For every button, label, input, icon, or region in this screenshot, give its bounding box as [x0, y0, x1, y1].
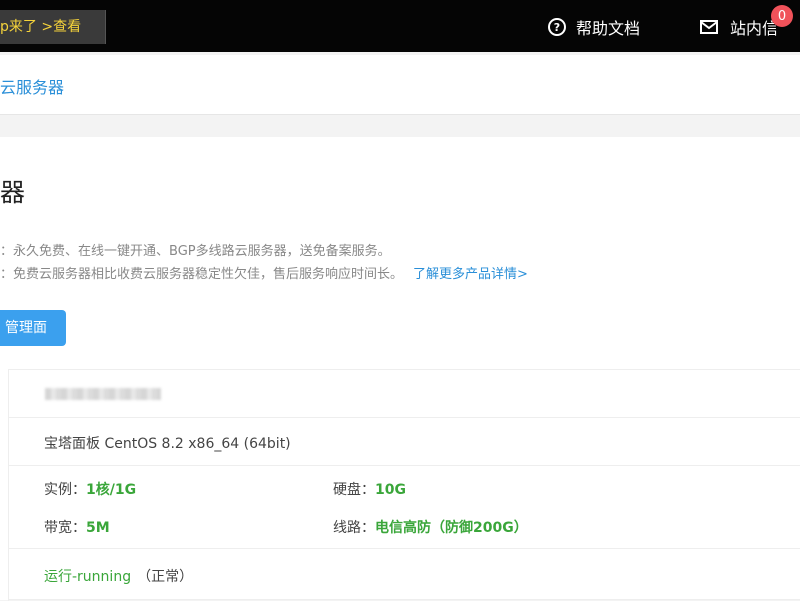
question-circle-icon: ?: [548, 18, 566, 36]
description-text-2: ：免费云服务器相比收费云服务器稳定性欠佳，售后服务响应时间长。: [0, 267, 404, 282]
disk-value: 10G: [375, 482, 406, 498]
line-label: 线路：: [333, 520, 375, 536]
bandwidth-spec: 带宽：5M: [44, 517, 110, 537]
product-card: 器 ：永久免费、在线一键开通、BGP多线路云服务器，送免备案服务。 ：免费云服务…: [0, 137, 800, 601]
server-name-row: [9, 370, 800, 418]
product-description-line-2: ：免费云服务器相比收费云服务器稳定性欠佳，售后服务响应时间长。 了解更多产品详情>: [0, 263, 528, 282]
breadcrumb-bar: 云服务器: [0, 55, 800, 115]
help-docs-link[interactable]: ? 帮助文档: [548, 14, 640, 40]
os-image-row: 宝塔面板 CentOS 8.2 x86_64 (64bit): [9, 418, 800, 466]
help-docs-label: 帮助文档: [576, 19, 641, 38]
server-status: 运行-running （正常）: [44, 566, 193, 586]
page-title: 器: [0, 178, 26, 207]
instance-label: 实例：: [44, 482, 86, 498]
messages-link[interactable]: 站内信: [700, 14, 778, 40]
envelope-icon: [700, 20, 718, 34]
instance-spec: 实例：1核/1G: [44, 479, 136, 499]
redacted-server-name: [45, 388, 161, 400]
line-spec: 线路：电信高防（防御200G）: [333, 517, 528, 537]
top-navigation-bar: p来了 >查看 ? 帮助文档 站内信 0: [0, 0, 800, 52]
more-details-link[interactable]: 了解更多产品详情>: [413, 267, 528, 282]
disk-spec: 硬盘：10G: [333, 479, 406, 499]
breadcrumb-current[interactable]: 云服务器: [0, 74, 64, 98]
product-description-line-1: ：永久免费、在线一键开通、BGP多线路云服务器，送免备案服务。: [0, 240, 391, 259]
manage-panel-button[interactable]: 管理面板: [0, 310, 66, 372]
line-value: 电信高防（防御200G）: [375, 520, 528, 536]
promo-banner[interactable]: p来了 >查看: [0, 10, 106, 44]
message-count-badge: 0: [771, 5, 793, 27]
bandwidth-value: 5M: [86, 520, 110, 536]
status-running: 运行-running: [44, 569, 132, 585]
instance-value: 1核/1G: [86, 482, 137, 498]
os-image-value: 宝塔面板 CentOS 8.2 x86_64 (64bit): [44, 436, 291, 452]
description-text-1: ：永久免费、在线一键开通、BGP多线路云服务器，送免备案服务。: [0, 244, 391, 259]
server-specs-row: 实例：1核/1G 硬盘：10G 带宽：5M 线路：电信高防（防御200G）: [9, 466, 800, 549]
bandwidth-label: 带宽：: [44, 520, 86, 536]
server-info-table: 宝塔面板 CentOS 8.2 x86_64 (64bit) 实例：1核/1G …: [8, 369, 800, 601]
status-row: 运行-running （正常）: [9, 549, 800, 600]
status-note: （正常）: [137, 569, 194, 585]
disk-label: 硬盘：: [333, 482, 375, 498]
